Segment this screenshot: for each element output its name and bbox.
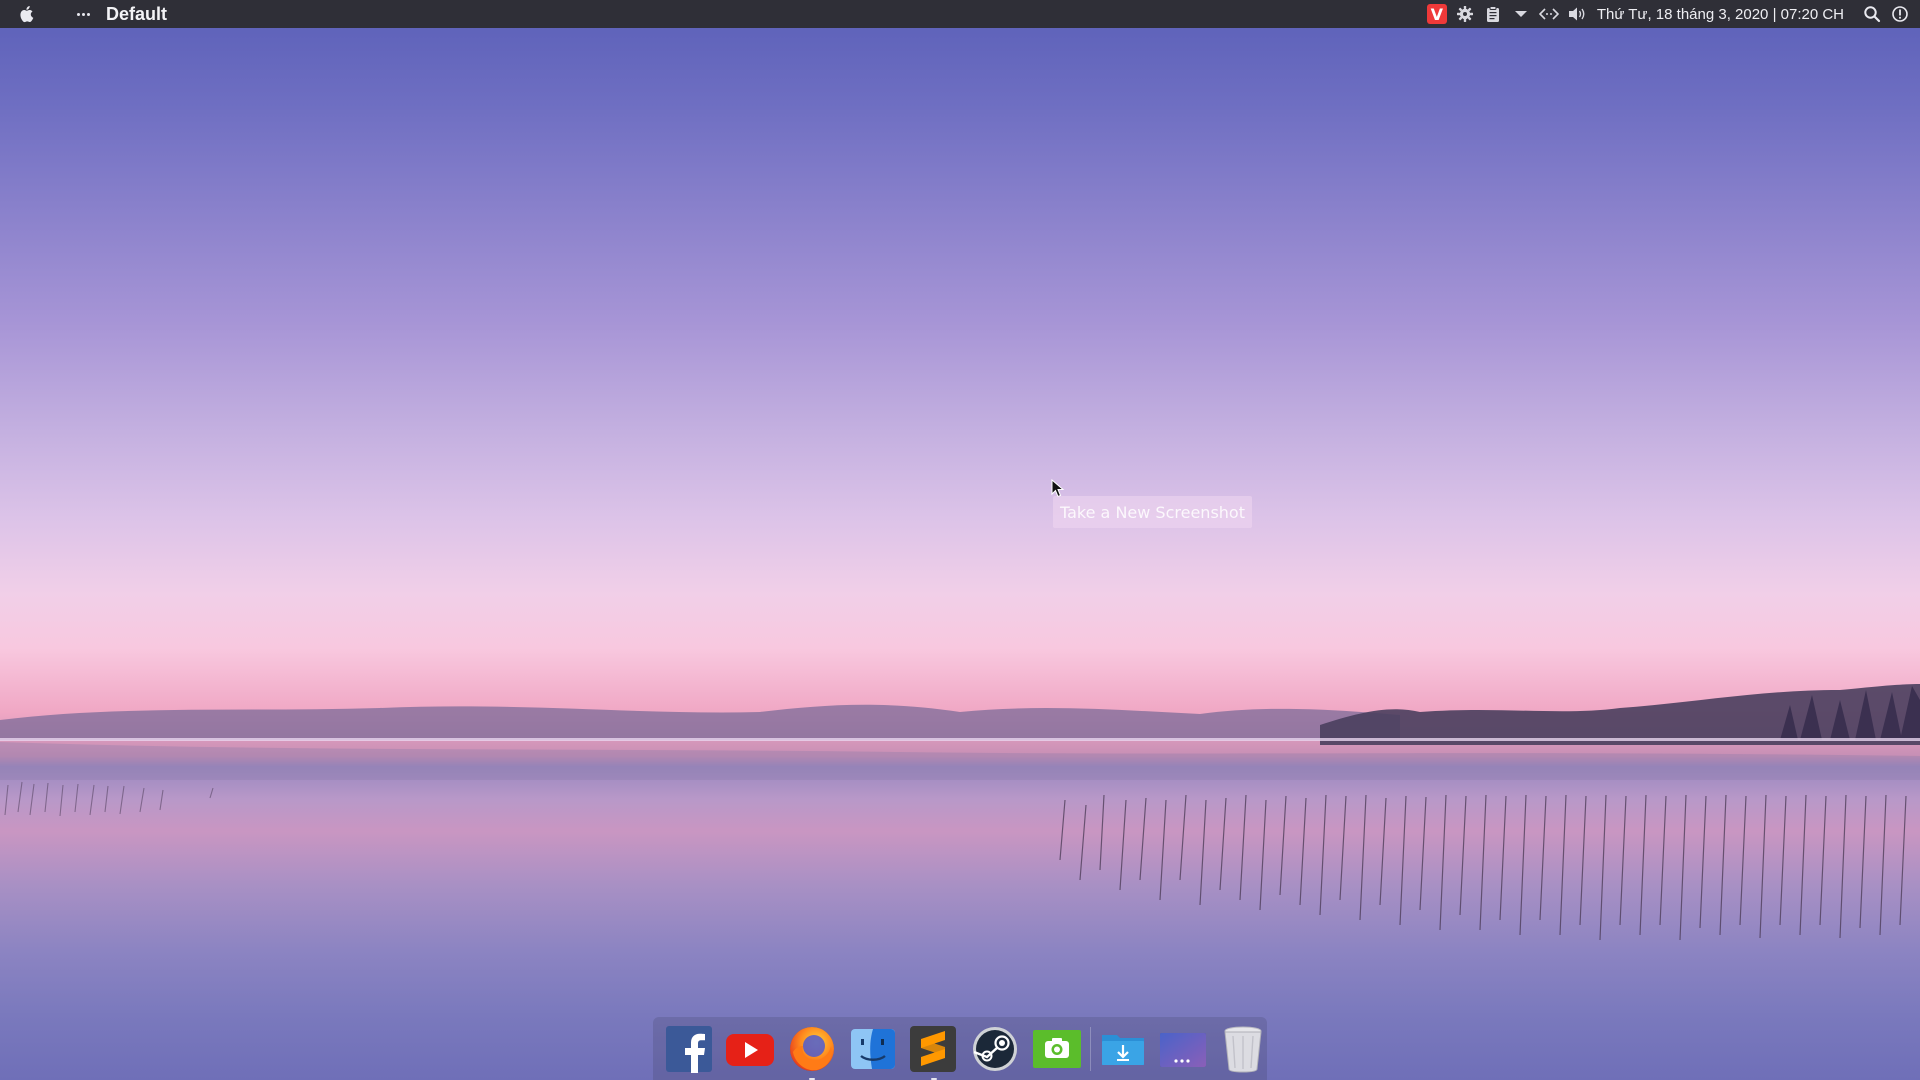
vivaldi-icon: V (1426, 4, 1447, 24)
tray-power[interactable] (1886, 0, 1914, 28)
dock-downloads[interactable] (1098, 1024, 1146, 1074)
facebook-icon (666, 1025, 713, 1073)
dock-youtube[interactable] (725, 1024, 775, 1074)
active-window-title: Default (106, 3, 168, 24)
trash-icon (1224, 1026, 1262, 1073)
tray-vivaldi[interactable]: V (1423, 0, 1451, 28)
dock-separator (1089, 1026, 1091, 1071)
power-info-icon (1892, 6, 1908, 22)
tray-search[interactable] (1858, 0, 1886, 28)
dock-sublime-text[interactable] (909, 1024, 957, 1080)
screenshot-camera-icon (1032, 1029, 1081, 1068)
youtube-icon (726, 1033, 775, 1066)
desktop-wallpaper (0, 0, 1920, 1080)
downloads-folder-icon (1101, 1034, 1144, 1065)
settings-gear-icon (1456, 6, 1473, 22)
steam-icon (972, 1026, 1017, 1071)
terminal-icon (1159, 1032, 1206, 1067)
tray-clipboard[interactable] (1479, 0, 1507, 28)
network-icon (1538, 8, 1559, 20)
panel-left: Default (0, 0, 167, 28)
volume-icon (1568, 7, 1585, 21)
top-panel: Default V Thứ Tư, 18 tháng 3, 2020 | 07:… (0, 0, 1920, 28)
search-icon (1864, 6, 1881, 23)
apple-menu-button[interactable] (0, 0, 54, 28)
dock-trash[interactable] (1219, 1024, 1267, 1074)
clipboard-icon (1486, 6, 1499, 22)
dock (653, 1017, 1267, 1080)
tray-settings[interactable] (1451, 0, 1479, 28)
tray-dropdown[interactable] (1507, 0, 1535, 28)
dock-steam[interactable] (970, 1024, 1020, 1074)
dock-firefox[interactable] (787, 1024, 837, 1080)
tray-network[interactable] (1535, 0, 1563, 28)
firefox-icon (790, 1026, 835, 1071)
apple-icon (20, 6, 34, 23)
dock-facebook[interactable] (665, 1024, 713, 1074)
tooltip-text: Take a New Screenshot (1060, 502, 1245, 522)
app-menu-dots-button[interactable] (68, 0, 98, 28)
dock-tooltip: Take a New Screenshot (1053, 496, 1252, 528)
dock-terminal[interactable] (1159, 1024, 1207, 1074)
panel-clock[interactable]: Thứ Tư, 18 tháng 3, 2020 | 07:20 CH (1597, 6, 1844, 23)
tray-volume[interactable] (1563, 0, 1591, 28)
system-tray: V Thứ Tư, 18 tháng 3, 2020 | 07:20 CH (1423, 0, 1920, 28)
dock-screenshot[interactable] (1032, 1024, 1082, 1074)
dock-finder[interactable] (849, 1024, 897, 1074)
wallpaper-landscape (0, 684, 1920, 941)
finder-icon (851, 1028, 896, 1069)
dots-icon (76, 12, 90, 16)
dropdown-arrow-icon (1514, 11, 1527, 17)
sublime-text-icon (910, 1025, 957, 1072)
